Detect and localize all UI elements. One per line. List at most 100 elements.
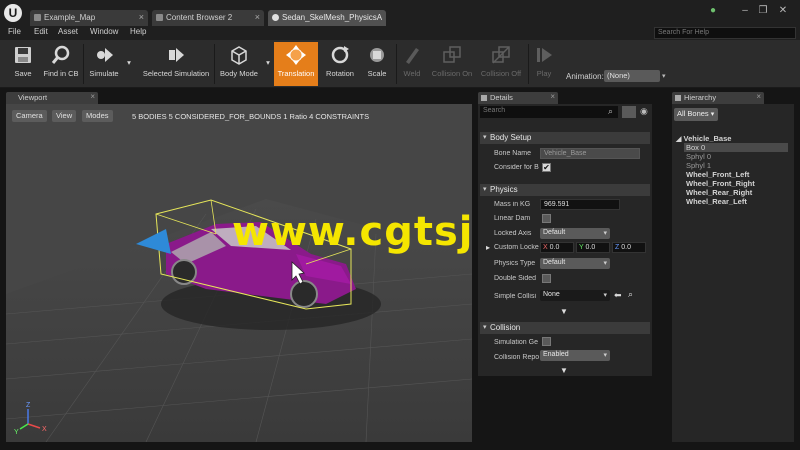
hierarchy-tab-label: Hierarchy <box>684 93 717 102</box>
chevron-down-icon: ▾ <box>603 352 607 359</box>
mass-field[interactable]: 969.591 <box>540 199 620 210</box>
animation-select[interactable]: (None) <box>604 70 660 82</box>
bone-name-field[interactable]: Vehicle_Base <box>540 148 640 159</box>
menu-help[interactable]: Help <box>130 27 146 36</box>
dropdown-value: Default <box>543 229 566 236</box>
close-icon[interactable]: × <box>139 12 144 22</box>
locked-axis-label: Locked Axis <box>494 230 532 237</box>
viewport-tab[interactable]: Viewport × <box>6 92 98 104</box>
view-options-button[interactable] <box>622 106 636 118</box>
save-button[interactable]: Save <box>6 42 40 86</box>
consider-bounds-checkbox[interactable]: ✔ <box>542 163 551 172</box>
locked-axis-dropdown[interactable]: Default ▾ <box>540 228 610 239</box>
menu-edit[interactable]: Edit <box>34 27 48 36</box>
double-sided-checkbox[interactable] <box>542 274 551 283</box>
view-button[interactable]: View <box>52 110 77 122</box>
linear-damping-checkbox[interactable] <box>542 214 551 223</box>
body-mode-icon <box>231 46 247 65</box>
content-browser-icon <box>156 14 163 21</box>
viewport-tab-label: Viewport <box>18 93 48 102</box>
collision-header[interactable]: ▾ Collision <box>480 322 650 334</box>
collision-off-label: Collision Off <box>480 69 522 78</box>
physics-header[interactable]: ▾ Physics <box>480 184 650 196</box>
physics-stats: 5 BODIES 5 CONSIDERED_FOR_BOUNDS 1 Ratio… <box>132 112 370 121</box>
expand-arrow-icon[interactable]: ▸ <box>486 243 490 252</box>
custom-locked-z-field[interactable]: Z 0.0 <box>612 242 646 253</box>
play-button[interactable]: Play <box>530 42 558 86</box>
minimize-button[interactable]: – <box>738 5 752 17</box>
collision-on-button[interactable]: Collision On <box>428 42 476 86</box>
rotation-button[interactable]: Rotation <box>320 42 360 86</box>
dropdown-value: Default <box>543 259 566 266</box>
tab-example-map[interactable]: Example_Map × <box>30 10 148 26</box>
selected-simulation-button[interactable]: Selected Simulation <box>140 42 212 86</box>
details-tab[interactable]: Details × <box>478 92 558 104</box>
close-icon[interactable]: × <box>550 92 555 101</box>
use-selected-arrow-icon[interactable]: ⬅ <box>614 290 622 301</box>
tree-item-vehicle-base[interactable]: ◢ Vehicle_Base <box>676 134 731 143</box>
translation-button[interactable]: Translation <box>274 42 318 86</box>
tree-item-sphyl-1[interactable]: Sphyl 1 <box>686 161 711 170</box>
tree-item-box-0[interactable]: Box 0 <box>684 143 788 152</box>
menu-file[interactable]: File <box>8 27 21 36</box>
menu-asset[interactable]: Asset <box>58 27 78 36</box>
tree-item-wheel-front-left[interactable]: Wheel_Front_Left <box>686 170 749 179</box>
scale-button[interactable]: Scale <box>362 42 392 86</box>
body-mode-dropdown[interactable]: ▾ <box>264 42 272 86</box>
axis-label-z: Z <box>26 402 31 409</box>
translation-label: Translation <box>277 69 315 78</box>
hierarchy-icon <box>675 95 681 101</box>
tab-content-browser[interactable]: Content Browser 2 × <box>152 10 264 26</box>
close-icon[interactable]: × <box>255 12 260 22</box>
simulation-generates-label: Simulation Ge <box>494 339 538 346</box>
notification-icon[interactable]: ● <box>706 5 720 17</box>
collision-off-button[interactable]: Collision Off <box>478 42 524 86</box>
body-mode-button[interactable]: Body Mode <box>216 42 262 86</box>
tree-item-sphyl-0[interactable]: Sphyl 0 <box>686 152 711 161</box>
eye-icon[interactable]: ◉ <box>640 106 648 117</box>
viewport-scene: Z X Y <box>6 104 472 442</box>
tab-physics-asset[interactable]: Sedan_SkelMesh_PhysicsA <box>268 10 386 26</box>
toolbar-separator <box>528 44 529 84</box>
tree-item-label: Vehicle_Base <box>683 134 732 143</box>
selected-simulation-icon <box>169 48 184 62</box>
details-search-input[interactable]: Search <box>480 106 618 118</box>
tree-item-wheel-rear-right[interactable]: Wheel_Rear_Right <box>686 188 752 197</box>
simulate-button[interactable]: Simulate <box>86 42 122 86</box>
collision-response-dropdown[interactable]: Enabled ▾ <box>540 350 610 361</box>
simulate-options-dropdown[interactable]: ▾ <box>124 42 134 86</box>
browse-search-icon[interactable]: ⌕ <box>628 289 633 300</box>
rotation-icon <box>331 46 349 64</box>
viewport[interactable]: Z X Y Camera View Modes 5 BODIES 5 CONSI… <box>6 104 472 442</box>
body-setup-header[interactable]: ▾ Body Setup <box>480 132 650 144</box>
simple-collision-dropdown[interactable]: None ▾ <box>540 290 610 301</box>
show-advanced-chevron-icon[interactable]: ▼ <box>560 366 568 375</box>
hierarchy-tab[interactable]: Hierarchy × <box>672 92 764 104</box>
expand-arrow-icon[interactable]: ◢ <box>676 136 681 143</box>
camera-button[interactable]: Camera <box>12 110 47 122</box>
custom-locked-y-field[interactable]: Y 0.0 <box>576 242 610 253</box>
axis-label-y: Y <box>14 429 19 436</box>
details-tab-label: Details <box>490 93 513 102</box>
section-title: Collision <box>490 323 521 332</box>
tree-item-wheel-rear-left[interactable]: Wheel_Rear_Left <box>686 197 747 206</box>
close-window-button[interactable]: ✕ <box>776 5 790 17</box>
simulation-generates-checkbox[interactable] <box>542 337 551 346</box>
close-icon[interactable]: × <box>90 92 95 101</box>
help-search-input[interactable]: Search For Help <box>654 27 796 39</box>
restore-button[interactable]: ❐ <box>756 5 770 17</box>
find-icon <box>51 45 70 64</box>
chevron-down-icon[interactable]: ▾ <box>662 72 670 80</box>
physics-type-dropdown[interactable]: Default ▾ <box>540 258 610 269</box>
tab-label: Content Browser 2 <box>166 13 233 22</box>
find-in-cb-button[interactable]: Find in CB <box>42 42 80 86</box>
menu-window[interactable]: Window <box>90 27 118 36</box>
modes-button[interactable]: Modes <box>82 110 113 122</box>
weld-button[interactable]: Weld <box>398 42 426 86</box>
tree-item-wheel-front-right[interactable]: Wheel_Front_Right <box>686 179 755 188</box>
show-advanced-chevron-icon[interactable]: ▼ <box>560 307 568 316</box>
bone-filter-dropdown[interactable]: All Bones ▾ <box>674 108 718 121</box>
close-icon[interactable]: × <box>756 92 761 101</box>
custom-locked-x-field[interactable]: X 0.0 <box>540 242 574 253</box>
collapse-arrow-icon: ▾ <box>483 186 487 193</box>
